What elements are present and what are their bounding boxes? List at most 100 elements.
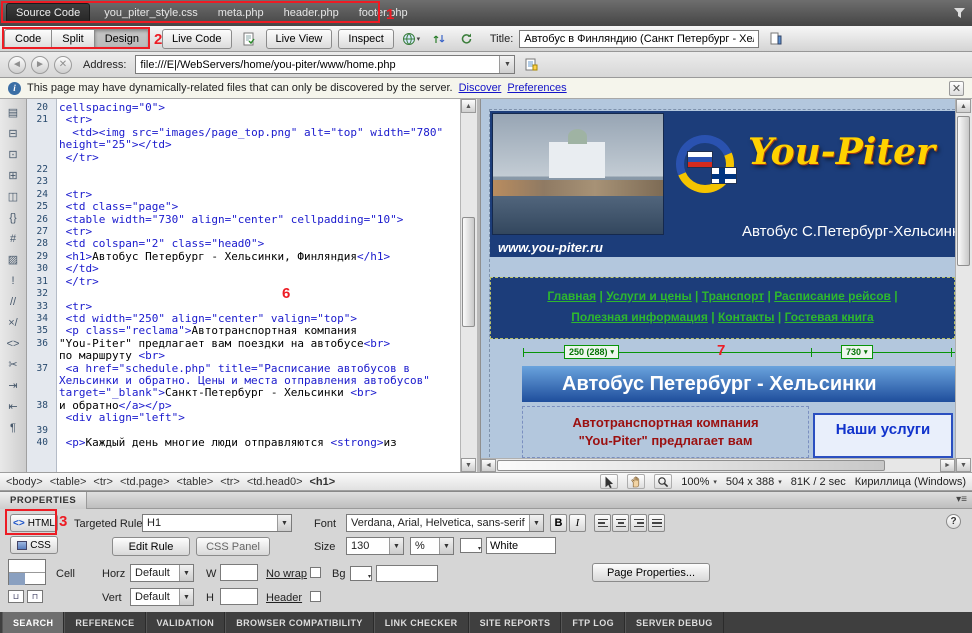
remove-comment-icon[interactable]: ×/ bbox=[4, 314, 23, 331]
bottom-tab-server-debug[interactable]: SERVER DEBUG bbox=[625, 612, 724, 633]
collapse-selection-icon[interactable]: ⊡ bbox=[4, 146, 23, 163]
design-horizontal-scrollbar[interactable]: ◄ ► bbox=[481, 458, 955, 472]
panel-menu-icon[interactable]: ▾≡ bbox=[956, 494, 967, 505]
page-properties-button[interactable]: Page Properties... bbox=[592, 563, 710, 582]
apply-comment-icon[interactable]: // bbox=[4, 293, 23, 310]
html-properties-button[interactable]: <> HTML bbox=[10, 514, 58, 532]
preview-in-browser-icon[interactable]: ▾ bbox=[400, 29, 422, 49]
nav-link[interactable]: Главная bbox=[547, 289, 596, 303]
refresh-design-view-icon[interactable] bbox=[456, 29, 478, 49]
code-line[interactable]: 31 </tr> bbox=[27, 276, 460, 288]
highlight-invalid-code-icon[interactable]: ▨ bbox=[4, 251, 23, 268]
file-status-icon[interactable] bbox=[765, 29, 787, 49]
scroll-up-icon[interactable]: ▲ bbox=[461, 99, 476, 113]
code-view[interactable]: 20cellspacing="0">21 <tr> <td><img src="… bbox=[27, 99, 460, 472]
tag-selector-item[interactable]: <body> bbox=[6, 476, 43, 488]
size-unit-select[interactable]: % ▼ bbox=[410, 537, 454, 555]
discover-link[interactable]: Discover bbox=[459, 82, 502, 94]
tag-selector-item[interactable]: <td.head0> bbox=[247, 476, 303, 488]
services-cell[interactable]: Наши услуги bbox=[813, 406, 953, 458]
nav-link[interactable]: Расписание рейсов bbox=[774, 289, 891, 303]
scrollbar-thumb[interactable] bbox=[462, 217, 475, 327]
text-color-swatch[interactable]: ▾ bbox=[460, 538, 482, 553]
nav-link[interactable]: Услуги и цены bbox=[606, 289, 692, 303]
bg-color-field[interactable] bbox=[376, 565, 438, 582]
align-justify-button[interactable] bbox=[648, 514, 665, 532]
css-properties-button[interactable]: CSS bbox=[10, 536, 58, 554]
design-canvas[interactable]: You-Piter Автобус С.Петербург-Хельсинки … bbox=[481, 99, 955, 458]
edit-rule-button[interactable]: Edit Rule bbox=[112, 537, 190, 556]
italic-button[interactable]: I bbox=[569, 514, 586, 532]
cell-width-input[interactable] bbox=[220, 564, 258, 581]
related-file-tab[interactable]: meta.php bbox=[208, 4, 274, 22]
font-select[interactable]: Verdana, Arial, Helvetica, sans-serif ▼ bbox=[346, 514, 544, 532]
nav-link[interactable]: Транспорт bbox=[702, 289, 764, 303]
select-tool-icon[interactable] bbox=[600, 474, 618, 489]
view-button-split[interactable]: Split bbox=[52, 29, 94, 49]
zoom-tool-icon[interactable] bbox=[654, 474, 672, 489]
vert-select[interactable]: Default ▼ bbox=[130, 588, 194, 606]
horz-select[interactable]: Default ▼ bbox=[130, 564, 194, 582]
expand-all-icon[interactable]: ⊞ bbox=[4, 167, 23, 184]
address-dropdown-icon[interactable]: ▼ bbox=[499, 56, 514, 73]
size-select[interactable]: 130 ▼ bbox=[346, 537, 404, 555]
recent-snippets-icon[interactable]: ✂ bbox=[4, 356, 23, 373]
forward-icon[interactable]: ► bbox=[31, 56, 49, 74]
select-parent-tag-icon[interactable]: ◫ bbox=[4, 188, 23, 205]
title-input[interactable] bbox=[519, 30, 759, 48]
code-line[interactable]: <div align="left"> bbox=[27, 412, 460, 424]
bottom-tab-site-reports[interactable]: SITE REPORTS bbox=[469, 612, 562, 633]
table-width-menu[interactable]: 730▾ bbox=[841, 345, 873, 359]
bottom-tab-ftp-log[interactable]: FTP LOG bbox=[561, 612, 625, 633]
merge-cells-icon[interactable]: ⊔ bbox=[8, 590, 24, 603]
split-cell-icon[interactable]: ⊓ bbox=[27, 590, 43, 603]
view-button-design[interactable]: Design bbox=[95, 29, 150, 49]
outdent-code-icon[interactable]: ⇤ bbox=[4, 398, 23, 415]
address-input[interactable] bbox=[136, 56, 499, 73]
open-documents-icon[interactable]: ▤ bbox=[4, 104, 23, 121]
nav-link[interactable]: Контакты bbox=[718, 310, 775, 324]
bottom-tab-browser-compatibility[interactable]: BROWSER COMPATIBILITY bbox=[225, 612, 374, 633]
code-editor[interactable]: 20cellspacing="0">21 <tr> <td><img src="… bbox=[27, 102, 460, 449]
tag-selector-item[interactable]: <td.page> bbox=[120, 476, 170, 488]
no-wrap-checkbox[interactable] bbox=[310, 567, 321, 578]
tag-selector-item[interactable]: <tr> bbox=[220, 476, 240, 488]
scrollbar-thumb[interactable] bbox=[957, 116, 970, 266]
align-center-button[interactable] bbox=[612, 514, 629, 532]
close-info-bar-icon[interactable]: ✕ bbox=[949, 81, 964, 96]
code-line[interactable]: </tr> bbox=[27, 152, 460, 164]
header-checkbox[interactable] bbox=[310, 591, 321, 602]
related-file-tab[interactable]: you_piter_style.css bbox=[94, 4, 208, 22]
code-line[interactable]: 40 <p>Каждый день многие люди отправляют… bbox=[27, 437, 460, 449]
code-line[interactable]: 35 <p class="reclama">Автотранспортная к… bbox=[27, 325, 460, 337]
tag-selector-item[interactable]: <tr> bbox=[93, 476, 113, 488]
column-width-menu[interactable]: 250 (288)▾ bbox=[564, 345, 619, 359]
window-size-select[interactable]: 504 x 388▾ bbox=[726, 476, 782, 488]
hand-tool-icon[interactable] bbox=[627, 474, 645, 489]
code-line[interactable]: target="_blank">Санкт-Петербург - Хельси… bbox=[27, 387, 460, 399]
scroll-down-icon[interactable]: ▼ bbox=[956, 458, 971, 472]
related-file-tab[interactable]: footer.php bbox=[349, 4, 418, 22]
preferences-link[interactable]: Preferences bbox=[507, 82, 566, 94]
tag-selector-item[interactable]: <h1> bbox=[310, 476, 336, 488]
back-icon[interactable]: ◄ bbox=[8, 56, 26, 74]
line-numbers-icon[interactable]: # bbox=[4, 230, 23, 247]
bottom-tab-link-checker[interactable]: LINK CHECKER bbox=[374, 612, 469, 633]
cell-height-input[interactable] bbox=[220, 588, 258, 605]
bottom-tab-reference[interactable]: REFERENCE bbox=[64, 612, 145, 633]
align-right-button[interactable] bbox=[630, 514, 647, 532]
zoom-level-select[interactable]: 100%▾ bbox=[681, 476, 717, 488]
live-view-options-icon[interactable] bbox=[520, 55, 542, 75]
bg-color-swatch[interactable]: ▾ bbox=[350, 566, 372, 581]
site-banner[interactable]: You-Piter Автобус С.Петербург-Хельсинки … bbox=[490, 111, 955, 257]
nav-link[interactable]: Гостевая книга bbox=[785, 310, 874, 324]
site-navigation[interactable]: Главная | Услуги и цены | Транспорт | Ра… bbox=[490, 277, 955, 339]
bottom-tab-search[interactable]: SEARCH bbox=[2, 612, 64, 633]
file-management-icon[interactable] bbox=[428, 29, 450, 49]
balance-braces-icon[interactable]: {} bbox=[4, 209, 23, 226]
reclama-cell[interactable]: Автотранспортная компания "You-Piter" пр… bbox=[522, 406, 809, 458]
live-code-button[interactable]: Live Code bbox=[162, 29, 232, 49]
page-heading[interactable]: Автобус Петербург - Хельсинки bbox=[522, 366, 955, 402]
tag-selector-item[interactable]: <table> bbox=[177, 476, 214, 488]
code-line[interactable]: 22 bbox=[27, 164, 460, 176]
